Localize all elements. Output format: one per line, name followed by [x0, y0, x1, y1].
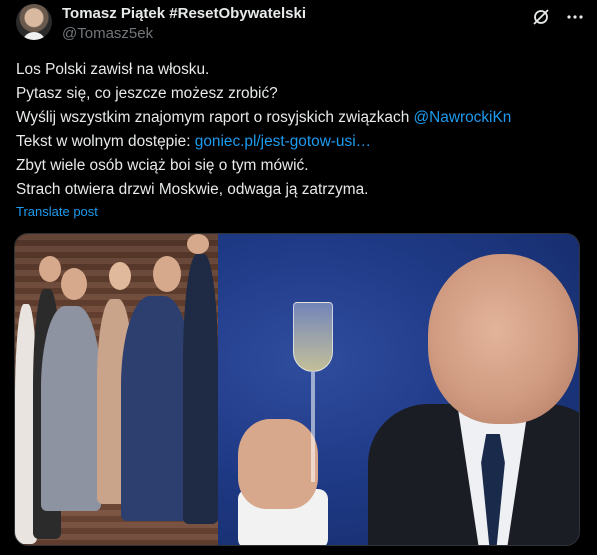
author-handle[interactable]: @Tomasz5ek [62, 25, 153, 42]
tweet-line-text: Tekst w wolnym dostępie: [16, 133, 195, 150]
author-name[interactable]: Tomasz Piątek #ResetObywatelski [62, 5, 306, 22]
grok-icon[interactable] [531, 7, 551, 27]
group-photo[interactable] [15, 234, 218, 545]
tweet-line: Los Polski zawisł na włosku. [16, 61, 210, 78]
tweet-line: Zbyt wiele osób wciąż boi się o tym mówi… [16, 157, 309, 174]
tweet-line: Strach otwiera drzwi Moskwie, odwaga ją … [16, 181, 369, 198]
tweet-header: Tomasz Piątek #ResetObywatelski @Tomasz5… [16, 4, 585, 44]
media-grid[interactable] [14, 233, 580, 546]
tweet-text: Los Polski zawisł na włosku. Pytasz się,… [16, 58, 586, 202]
translate-post-link[interactable]: Translate post [16, 204, 98, 219]
article-link[interactable]: goniec.pl/jest-gotow-usi… [195, 133, 371, 150]
avatar[interactable] [16, 4, 52, 40]
mention-link[interactable]: @NawrockiKn [414, 109, 512, 126]
tweet-line-text: Wyślij wszystkim znajomym raport o rosyj… [16, 109, 414, 126]
tweet-line: Pytasz się, co jeszcze możesz zrobić? [16, 85, 278, 102]
tweet-line: Tekst w wolnym dostępie: goniec.pl/jest-… [16, 130, 586, 154]
tweet-line: Wyślij wszystkim znajomym raport o rosyj… [16, 106, 586, 130]
champagne-toast-photo[interactable] [218, 234, 579, 545]
more-icon[interactable] [565, 7, 585, 27]
